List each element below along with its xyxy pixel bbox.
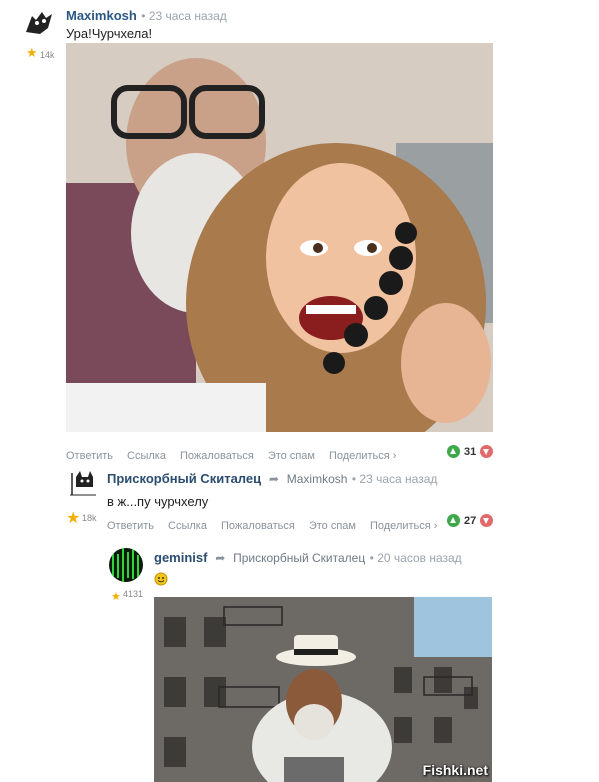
share-link[interactable]: Поделиться › [329, 450, 396, 462]
comment-actions: Ответить Ссылка Пожаловаться Это спам Подели… [107, 516, 451, 534]
old-man-movie-still [154, 597, 492, 782]
cat-drawing-avatar-icon [66, 467, 100, 501]
username-link[interactable]: geminisf [154, 550, 207, 565]
user-rating: 4131 [123, 589, 144, 599]
reply-arrow-icon: ➦ [211, 551, 229, 565]
comment-photo[interactable]: Fishki.net [154, 597, 492, 782]
reply-link[interactable]: Ответить [107, 520, 154, 532]
rating-star-icon: ★ [66, 510, 81, 527]
selfie-photo [66, 43, 493, 432]
report-link[interactable]: Пожаловаться [221, 520, 295, 532]
vote-widget: 27 [447, 514, 494, 527]
username-link[interactable]: Прискорбный Скиталец [107, 471, 261, 486]
reply-to-link[interactable]: Maximkosh [287, 472, 348, 486]
link-link[interactable]: Ссылка [127, 450, 166, 462]
vote-count: 31 [464, 445, 477, 458]
rating-star-icon: ★ [111, 591, 121, 603]
comment-header: Прискорбный Скиталец ➦ Maximkosh • 23 ча… [107, 470, 437, 488]
share-link[interactable]: Поделиться › [370, 520, 437, 532]
comment-actions: Ответить Ссылка Пожаловаться Это спам Подели… [66, 446, 410, 464]
downvote-icon[interactable] [480, 514, 494, 527]
avatar[interactable] [22, 6, 56, 38]
reply-arrow-icon: ➦ [265, 472, 283, 486]
rating-star-icon: ★ [26, 45, 38, 60]
comment-text: Ура!Чурчхела! [66, 26, 153, 41]
timestamp[interactable]: • 23 часа назад [141, 9, 227, 23]
avatar[interactable] [109, 548, 143, 582]
user-rating: 18k [82, 513, 97, 523]
downvote-icon[interactable] [480, 445, 494, 458]
upvote-icon[interactable] [447, 514, 460, 527]
comment-header: Maximkosh • 23 часа назад [66, 7, 227, 25]
comment-text: в ж...пу чурчхелу [107, 494, 209, 509]
spam-link[interactable]: Это спам [309, 520, 356, 532]
comment-photo[interactable] [66, 43, 493, 432]
matrix-avatar-icon [109, 548, 143, 582]
cat-avatar-icon [22, 6, 56, 38]
smiley-emoji [154, 572, 168, 591]
upvote-icon[interactable] [447, 445, 460, 458]
user-rating: 14k [40, 50, 55, 60]
vote-widget: 31 [447, 445, 494, 458]
username-link[interactable]: Maximkosh [66, 8, 137, 23]
spam-link[interactable]: Это спам [268, 450, 315, 462]
avatar[interactable] [66, 467, 100, 501]
reply-to-link[interactable]: Прискорбный Скиталец [233, 551, 365, 565]
reply-link[interactable]: Ответить [66, 450, 113, 462]
report-link[interactable]: Пожаловаться [180, 450, 254, 462]
watermark: Fishki.net [422, 762, 488, 778]
smiley-emoji-icon [154, 572, 168, 586]
comment-header: geminisf ➦ Прискорбный Скиталец • 20 час… [154, 549, 462, 567]
timestamp[interactable]: • 23 часа назад [352, 472, 438, 486]
vote-count: 27 [464, 514, 477, 527]
link-link[interactable]: Ссылка [168, 520, 207, 532]
timestamp[interactable]: • 20 часов назад [370, 551, 462, 565]
